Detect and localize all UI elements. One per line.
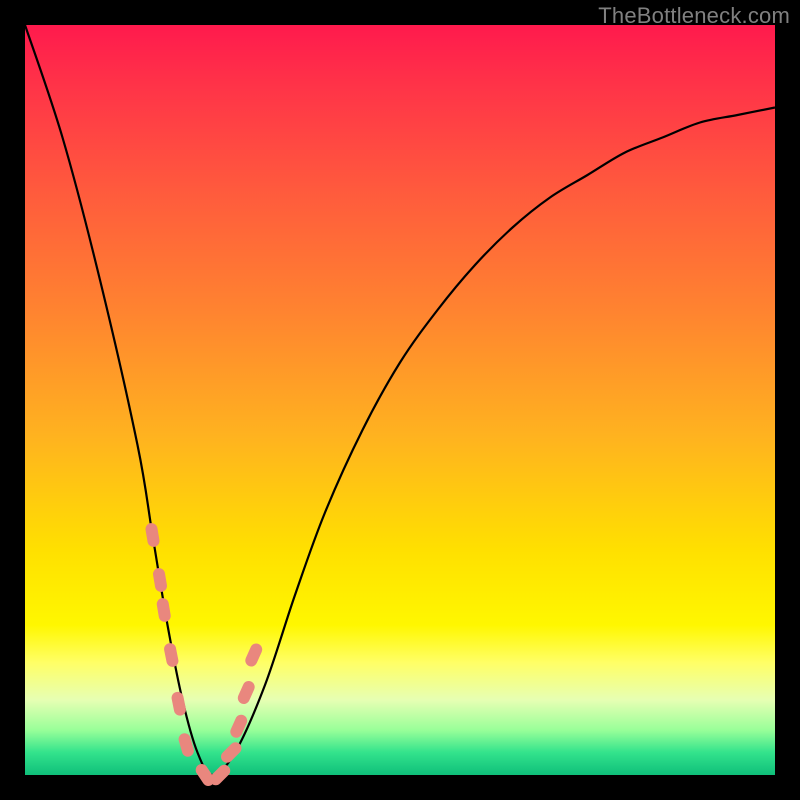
highlight-dash <box>163 642 179 668</box>
highlight-dash <box>228 713 249 740</box>
highlight-dash <box>236 679 257 706</box>
bottleneck-curve <box>25 25 775 775</box>
watermark-text: TheBottleneck.com <box>598 3 790 29</box>
curve-svg <box>25 25 775 775</box>
chart-frame: TheBottleneck.com <box>0 0 800 800</box>
highlight-dash <box>156 597 172 623</box>
plot-area <box>25 25 775 775</box>
highlight-dash <box>171 691 187 717</box>
highlight-dash <box>243 642 264 669</box>
highlight-dash <box>145 522 161 548</box>
highlight-dash <box>152 567 168 593</box>
highlight-markers <box>145 522 264 788</box>
